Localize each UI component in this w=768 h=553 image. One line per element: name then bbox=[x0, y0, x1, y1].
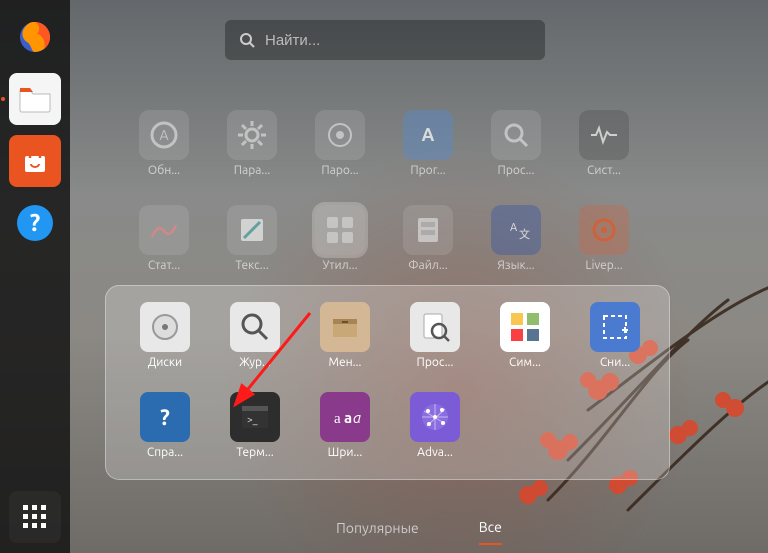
app-label: Livep... bbox=[585, 259, 622, 272]
dock-firefox[interactable] bbox=[9, 11, 61, 63]
key-icon bbox=[315, 110, 365, 160]
app-label: Диски bbox=[148, 356, 182, 369]
app-label: Спра... bbox=[147, 446, 183, 459]
dock: ? bbox=[0, 0, 70, 553]
app-label: Паро... bbox=[321, 164, 358, 177]
app-software-updater[interactable]: A Обн... bbox=[120, 110, 208, 205]
terminal-icon: >_ bbox=[230, 392, 280, 442]
help-icon: ? bbox=[140, 392, 190, 442]
svg-text:A: A bbox=[510, 222, 518, 234]
shopping-bag-icon bbox=[20, 146, 50, 176]
app-label: Жур... bbox=[239, 356, 271, 369]
svg-text:a: a bbox=[344, 409, 352, 426]
software-icon: A bbox=[403, 110, 453, 160]
app-label: Adva... bbox=[417, 446, 453, 459]
help-icon: ? bbox=[14, 202, 56, 244]
app-passwords[interactable]: Паро... bbox=[296, 110, 384, 205]
app-label: Текс... bbox=[235, 259, 268, 272]
utilities-folder-popup: Диски Жур... Мен... Прос... Сим... Сни..… bbox=[105, 285, 670, 480]
language-icon: A文 bbox=[491, 205, 541, 255]
characters-icon bbox=[500, 302, 550, 352]
svg-text:A: A bbox=[159, 127, 168, 143]
doc-magnifier-icon bbox=[410, 302, 460, 352]
magnifier-icon bbox=[491, 110, 541, 160]
app-label: Сист... bbox=[587, 164, 621, 177]
app-label: Пара... bbox=[234, 164, 271, 177]
app-label: Сни... bbox=[600, 356, 630, 369]
app-label: Сим... bbox=[509, 356, 541, 369]
app-system-monitor[interactable]: Сист... bbox=[560, 110, 648, 205]
folder-icon bbox=[18, 84, 52, 114]
tab-all[interactable]: Все bbox=[479, 519, 502, 545]
app-software-center[interactable]: A Прог... bbox=[384, 110, 472, 205]
view-tabs: Популярные Все bbox=[70, 511, 768, 553]
app-label: Файл... bbox=[408, 259, 447, 272]
gear-icon bbox=[227, 110, 277, 160]
updater-icon: A bbox=[139, 110, 189, 160]
app-label: Утил... bbox=[322, 259, 357, 272]
app-font-viewer[interactable]: Прос... bbox=[394, 302, 476, 388]
show-applications-button[interactable] bbox=[9, 491, 61, 543]
applications-grid: A Обн... Пара... Паро... A Прог... Прос.… bbox=[120, 110, 748, 300]
grid-icon bbox=[21, 503, 49, 531]
folder-group-icon bbox=[315, 205, 365, 255]
app-logs[interactable]: Жур... bbox=[214, 302, 296, 388]
svg-text:?: ? bbox=[30, 209, 41, 236]
app-screenshot[interactable]: Сни... bbox=[574, 302, 656, 388]
svg-text:A: A bbox=[422, 125, 435, 145]
app-advanced-network[interactable]: Adva... bbox=[394, 392, 476, 478]
svg-text:a: a bbox=[334, 411, 341, 427]
app-label: Стат... bbox=[148, 259, 180, 272]
app-terminal[interactable]: >_ Терм... bbox=[214, 392, 296, 478]
svg-text:a: a bbox=[353, 409, 361, 426]
livepatch-icon bbox=[579, 205, 629, 255]
app-fonts[interactable]: aaa Шри... bbox=[304, 392, 386, 478]
app-label: Шри... bbox=[328, 446, 363, 459]
stats-icon bbox=[139, 205, 189, 255]
disks-icon bbox=[140, 302, 190, 352]
svg-text:>_: >_ bbox=[247, 414, 258, 425]
dock-help[interactable]: ? bbox=[9, 197, 61, 249]
app-label: Язык... bbox=[497, 259, 534, 272]
app-document-viewer[interactable]: Прос... bbox=[472, 110, 560, 205]
firefox-icon bbox=[15, 17, 55, 57]
editor-icon bbox=[227, 205, 277, 255]
app-label: Мен... bbox=[329, 356, 362, 369]
svg-text:文: 文 bbox=[519, 227, 530, 241]
dock-software[interactable] bbox=[9, 135, 61, 187]
app-help[interactable]: ? Спра... bbox=[124, 392, 206, 478]
app-label: Обн... bbox=[148, 164, 180, 177]
app-archive-manager[interactable]: Мен... bbox=[304, 302, 386, 388]
logs-icon bbox=[230, 302, 280, 352]
app-label: Терм... bbox=[236, 446, 273, 459]
app-settings[interactable]: Пара... bbox=[208, 110, 296, 205]
dock-files[interactable] bbox=[9, 73, 61, 125]
fonts-icon: aaa bbox=[320, 392, 370, 442]
search-icon bbox=[239, 32, 255, 48]
monitor-icon bbox=[579, 110, 629, 160]
app-label: Прос... bbox=[417, 356, 454, 369]
app-disks[interactable]: Диски bbox=[124, 302, 206, 388]
search-input[interactable] bbox=[265, 32, 531, 49]
tab-popular[interactable]: Популярные bbox=[336, 520, 419, 544]
cabinet-icon bbox=[403, 205, 453, 255]
search-bar[interactable] bbox=[225, 20, 545, 60]
network-icon bbox=[410, 392, 460, 442]
app-characters[interactable]: Сим... bbox=[484, 302, 566, 388]
screenshot-icon bbox=[590, 302, 640, 352]
archive-icon bbox=[320, 302, 370, 352]
app-label: Прос... bbox=[498, 164, 535, 177]
app-label: Прог... bbox=[410, 164, 445, 177]
svg-text:?: ? bbox=[160, 405, 170, 430]
